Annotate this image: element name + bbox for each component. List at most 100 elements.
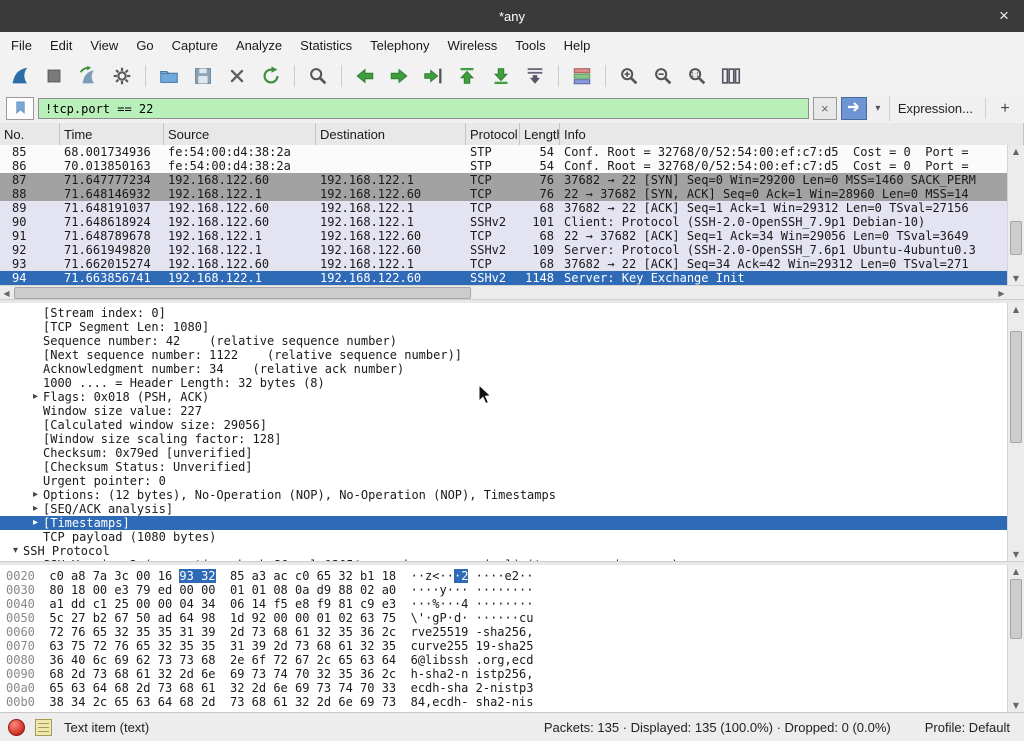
scroll-up-icon[interactable]: ▲ [1008, 303, 1024, 316]
menu-statistics[interactable]: Statistics [291, 34, 361, 57]
detail-line[interactable]: ▸Options: (12 bytes), No-Operation (NOP)… [0, 488, 1008, 502]
filter-bookmark-button[interactable] [6, 97, 34, 120]
packet-row-90[interactable]: 9071.648618924192.168.122.60192.168.122.… [0, 215, 1008, 229]
detail-line[interactable]: [Stream index: 0] [0, 306, 1008, 320]
start-capture-button[interactable] [6, 62, 34, 90]
scroll-up-icon[interactable]: ▲ [1008, 145, 1024, 158]
scroll-left-icon[interactable]: ◀ [0, 286, 13, 300]
menu-capture[interactable]: Capture [163, 34, 227, 57]
detail-line[interactable]: ▸Flags: 0x018 (PSH, ACK) [0, 390, 1008, 404]
column-header-time[interactable]: Time [60, 123, 164, 145]
detail-line[interactable]: Urgent pointer: 0 [0, 474, 1008, 488]
hex-scrollbar[interactable]: ▲ ▼ [1007, 565, 1024, 712]
menu-edit[interactable]: Edit [41, 34, 81, 57]
packet-row-94[interactable]: 9471.663856741192.168.122.1192.168.122.6… [0, 271, 1008, 285]
packet-row-85[interactable]: 8568.001734936fe:54:00:d4:38:2aSTP54Conf… [0, 145, 1008, 159]
profile-selector[interactable]: Profile: Default [925, 720, 1010, 735]
zoom-original-button[interactable]: 1:1 [683, 62, 711, 90]
save-file-button[interactable] [189, 62, 217, 90]
column-header-no[interactable]: No. [0, 123, 60, 145]
scroll-down-icon[interactable]: ▼ [1008, 548, 1024, 561]
hex-row-0070[interactable]: 0070 63 75 72 76 65 32 35 35 31 39 2d 73… [0, 639, 1008, 653]
details-scrollbar[interactable]: ▲ ▼ [1007, 303, 1024, 561]
go-first-button[interactable] [453, 62, 481, 90]
scroll-down-icon[interactable]: ▼ [1008, 272, 1024, 285]
go-last-button[interactable] [487, 62, 515, 90]
close-file-button[interactable] [223, 62, 251, 90]
add-filter-button[interactable]: + [985, 98, 1016, 119]
zoom-out-button[interactable] [649, 62, 677, 90]
hex-row-0040[interactable]: 0040 a1 dd c1 25 00 00 04 34 06 14 f5 e8… [0, 597, 1008, 611]
column-header-source[interactable]: Source [164, 123, 316, 145]
detail-line[interactable]: [Next sequence number: 1122 (relative se… [0, 348, 1008, 362]
expander-icon[interactable]: ▾ [8, 544, 23, 558]
column-header-protocol[interactable]: Protocol [466, 123, 520, 145]
menu-view[interactable]: View [81, 34, 127, 57]
go-to-packet-button[interactable] [419, 62, 447, 90]
hex-row-00a0[interactable]: 00a0 65 63 64 68 2d 73 68 61 32 2d 6e 69… [0, 681, 1008, 695]
detail-line[interactable]: ▸[SEQ/ACK analysis] [0, 502, 1008, 516]
expert-info-icon[interactable] [8, 719, 25, 736]
packet-row-86[interactable]: 8670.013850163fe:54:00:d4:38:2aSTP54Conf… [0, 159, 1008, 173]
column-header-info[interactable]: Info [560, 123, 1024, 145]
window-close-button[interactable]: × [992, 0, 1016, 32]
packet-row-91[interactable]: 9171.648789678192.168.122.1192.168.122.6… [0, 229, 1008, 243]
resize-columns-button[interactable] [717, 62, 745, 90]
packet-row-93[interactable]: 9371.662015274192.168.122.60192.168.122.… [0, 257, 1008, 271]
auto-scroll-button[interactable] [521, 62, 549, 90]
find-packet-button[interactable] [304, 62, 332, 90]
detail-line[interactable]: [Calculated window size: 29056] [0, 418, 1008, 432]
hex-row-0060[interactable]: 0060 72 76 65 32 35 35 31 39 2d 73 68 61… [0, 625, 1008, 639]
scrollbar-thumb[interactable] [1010, 579, 1022, 639]
menu-analyze[interactable]: Analyze [227, 34, 291, 57]
hex-row-0030[interactable]: 0030 80 18 00 e3 79 ed 00 00 01 01 08 0a… [0, 583, 1008, 597]
menu-wireless[interactable]: Wireless [438, 34, 506, 57]
stop-capture-button[interactable] [40, 62, 68, 90]
restart-capture-button[interactable] [74, 62, 102, 90]
hex-row-00b0[interactable]: 00b0 38 34 2c 65 63 64 68 2d 73 68 61 32… [0, 695, 1008, 709]
expander-icon[interactable]: ▸ [28, 516, 43, 530]
detail-line[interactable]: 1000 .... = Header Length: 32 bytes (8) [0, 376, 1008, 390]
detail-line[interactable]: ▾SSH Protocol [0, 544, 1008, 558]
open-file-button[interactable] [155, 62, 183, 90]
expression-button[interactable]: Expression... [889, 96, 981, 121]
packet-list-hscrollbar[interactable]: ◀ ▶ [0, 285, 1008, 300]
hscrollbar-thumb[interactable] [14, 287, 471, 299]
scroll-up-icon[interactable]: ▲ [1008, 565, 1024, 578]
hex-row-0050[interactable]: 0050 5c 27 b2 67 50 ad 64 98 1d 92 00 00… [0, 611, 1008, 625]
hex-row-0020[interactable]: 0020 c0 a8 7a 3c 00 16 93 32 85 a3 ac c0… [0, 569, 1008, 583]
detail-line[interactable]: Acknowledgment number: 34 (relative ack … [0, 362, 1008, 376]
packet-row-88[interactable]: 8871.648146932192.168.122.1192.168.122.6… [0, 187, 1008, 201]
display-filter-input[interactable]: !tcp.port == 22 [38, 98, 809, 119]
go-back-button[interactable] [351, 62, 379, 90]
expander-icon[interactable]: ▸ [28, 390, 43, 404]
detail-line[interactable]: TCP payload (1080 bytes) [0, 530, 1008, 544]
scrollbar-thumb[interactable] [1010, 221, 1022, 255]
menu-tools[interactable]: Tools [506, 34, 554, 57]
detail-line[interactable]: Window size value: 227 [0, 404, 1008, 418]
expander-icon[interactable]: ▸ [28, 488, 43, 502]
colorize-button[interactable] [568, 62, 596, 90]
scroll-right-icon[interactable]: ▶ [995, 286, 1008, 300]
capture-comment-icon[interactable] [35, 719, 52, 736]
packet-row-92[interactable]: 9271.661949820192.168.122.1192.168.122.6… [0, 243, 1008, 257]
packet-list-scrollbar[interactable]: ▲ ▼ [1007, 145, 1024, 285]
column-header-length[interactable]: Length [520, 123, 560, 145]
menu-telephony[interactable]: Telephony [361, 34, 438, 57]
capture-options-button[interactable] [108, 62, 136, 90]
detail-line[interactable]: Checksum: 0x79ed [unverified] [0, 446, 1008, 460]
filter-dropdown-button[interactable]: ▾ [871, 98, 885, 119]
column-header-destination[interactable]: Destination [316, 123, 466, 145]
hex-row-0080[interactable]: 0080 36 40 6c 69 62 73 73 68 2e 6f 72 67… [0, 653, 1008, 667]
menu-help[interactable]: Help [555, 34, 600, 57]
go-forward-button[interactable] [385, 62, 413, 90]
detail-line[interactable]: Sequence number: 42 (relative sequence n… [0, 334, 1008, 348]
expander-icon[interactable]: ▸ [28, 502, 43, 516]
zoom-in-button[interactable] [615, 62, 643, 90]
reload-button[interactable] [257, 62, 285, 90]
scrollbar-thumb[interactable] [1010, 331, 1022, 443]
filter-apply-button[interactable] [841, 97, 867, 120]
menu-file[interactable]: File [2, 34, 41, 57]
hex-row-0090[interactable]: 0090 68 2d 73 68 61 32 2d 6e 69 73 74 70… [0, 667, 1008, 681]
detail-line[interactable]: [Checksum Status: Unverified] [0, 460, 1008, 474]
